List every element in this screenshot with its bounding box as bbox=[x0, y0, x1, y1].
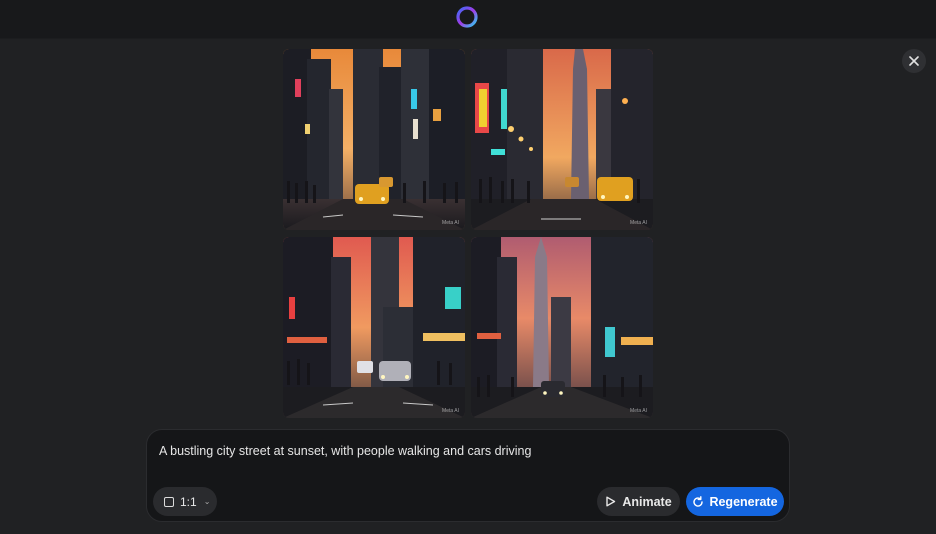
ring-logo-icon[interactable] bbox=[455, 5, 479, 29]
watermark: Meta AI bbox=[630, 408, 647, 414]
watermark: Meta AI bbox=[442, 220, 459, 226]
generated-image-2[interactable]: Meta AI bbox=[471, 49, 653, 230]
aspect-ratio-button[interactable]: 1:1 ⌄ bbox=[153, 487, 217, 516]
play-icon bbox=[606, 496, 616, 507]
aspect-ratio-label: 1:1 bbox=[180, 494, 197, 509]
generated-image-4[interactable]: Meta AI bbox=[471, 237, 653, 418]
generated-image-3[interactable]: Meta AI bbox=[283, 237, 465, 418]
generated-image-1[interactable]: Meta AI bbox=[283, 49, 465, 230]
top-bar bbox=[0, 0, 936, 39]
animate-label: Animate bbox=[622, 494, 672, 509]
animate-button[interactable]: Animate bbox=[597, 487, 680, 516]
regenerate-label: Regenerate bbox=[709, 494, 778, 509]
close-button[interactable] bbox=[902, 49, 926, 73]
prompt-box: A bustling city street at sunset, with p… bbox=[146, 429, 790, 522]
image-grid: Meta AI Meta AI Meta AI Meta AI bbox=[283, 49, 653, 418]
prompt-text[interactable]: A bustling city street at sunset, with p… bbox=[159, 444, 531, 458]
regenerate-button[interactable]: Regenerate bbox=[686, 487, 784, 516]
square-icon bbox=[164, 496, 174, 507]
close-icon bbox=[909, 56, 919, 66]
chevron-down-icon: ⌄ bbox=[203, 497, 211, 506]
watermark: Meta AI bbox=[630, 220, 647, 226]
watermark: Meta AI bbox=[442, 408, 459, 414]
refresh-icon bbox=[693, 495, 704, 507]
